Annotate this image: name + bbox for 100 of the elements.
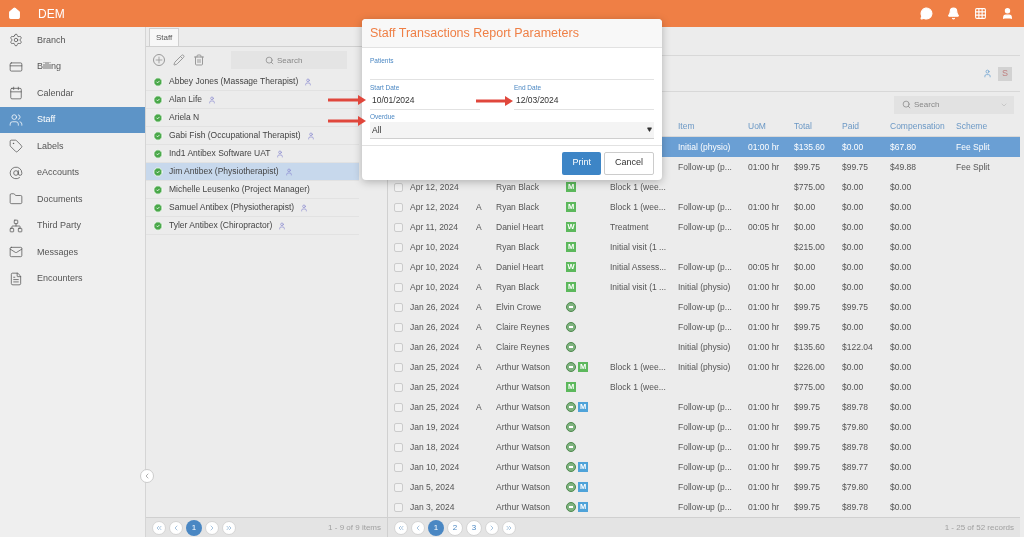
dialog-title: Staff Transactions Report Parameters: [370, 24, 579, 42]
delete-button[interactable]: [193, 54, 205, 66]
row-checkbox[interactable]: [394, 362, 403, 372]
row-checkbox[interactable]: [394, 502, 403, 512]
page-button[interactable]: 3: [466, 519, 482, 536]
table-row[interactable]: Jan 26, 2024 A Claire Reynes Follow-up (p... 01:00 hr $99.75 $0.00 $0.00: [388, 317, 1020, 337]
notifications-button[interactable]: [947, 7, 960, 20]
row-checkbox[interactable]: [394, 462, 403, 472]
last-page-icon: [225, 523, 233, 532]
sidebar-item[interactable]: Billing: [0, 53, 145, 80]
page-button[interactable]: 1: [428, 519, 444, 536]
first-page-button[interactable]: [152, 520, 166, 535]
table-cell-text: Apr 12, 2024: [410, 200, 460, 214]
edit-button[interactable]: [173, 54, 185, 66]
staff-list-item[interactable]: Ariela N: [146, 109, 359, 127]
table-cell-text: Arthur Watson: [496, 360, 551, 374]
table-row[interactable]: Jan 26, 2024 A Claire Reynes Initial (physio) 01:00 hr $135.60 $122.04 $0.00: [388, 337, 1020, 357]
staff-list-item[interactable]: Alan Life: [146, 91, 359, 109]
table-cell-text: Arthur Watson: [496, 500, 551, 514]
staff-name: Abbey Jones (Massage Therapist): [169, 75, 299, 88]
table-cell-text: 01:00 hr: [748, 200, 781, 214]
last-page-button[interactable]: [222, 520, 236, 535]
first-page-icon: [155, 523, 163, 532]
collapse-button[interactable]: [140, 469, 154, 483]
staff-tab[interactable]: Staff: [149, 28, 180, 46]
table-cell-text: A: [476, 220, 483, 234]
previous-page-button[interactable]: [169, 520, 183, 535]
table-cell-text: 00:05 hr: [748, 220, 781, 234]
table-cell-text: $99.75: [794, 300, 821, 314]
table-cell-text: Claire Reynes: [496, 320, 551, 334]
table-cell-text: $89.78: [842, 400, 869, 414]
table-cell-text: Jan 25, 2024: [410, 360, 461, 374]
table-cell-text: $0.00: [794, 280, 817, 294]
sidebar-item[interactable]: Branch: [0, 27, 145, 54]
chat-button[interactable]: [920, 7, 933, 20]
table-cell-text: Jan 18, 2024: [410, 440, 461, 454]
apps-grid-button[interactable]: [974, 7, 987, 20]
table-cell-text: Follow-up (p...: [678, 420, 733, 434]
user-button[interactable]: [1001, 7, 1014, 20]
next-page-button[interactable]: [485, 520, 499, 535]
table-cell-text: Ryan Black: [496, 180, 540, 194]
table-cell-text: Follow-up (p...: [678, 200, 733, 214]
table-cell-text: 01:00 hr: [748, 360, 781, 374]
add-button[interactable]: [153, 54, 165, 66]
row-checkbox[interactable]: [394, 342, 403, 352]
table-cell-text: Initial Assess...: [610, 260, 668, 274]
print-button[interactable]: Print: [562, 151, 601, 175]
staff-list-item[interactable]: Jim Antibex (Physiotherapist): [146, 163, 359, 181]
table-cell-text: Arthur Watson: [496, 380, 551, 394]
sidebar-item[interactable]: Labels: [0, 133, 145, 160]
row-checkbox[interactable]: [394, 262, 403, 272]
table-row[interactable]: Jan 19, 2024 Arthur Watson Follow-up (p... 01:00 hr $99.75 $79.80 $0.00: [388, 417, 1020, 437]
table-row[interactable]: Jan 18, 2024 Arthur Watson Follow-up (p... 01:00 hr $99.75 $89.78 $0.00: [388, 437, 1020, 457]
row-checkbox[interactable]: [394, 182, 403, 192]
search-field[interactable]: Search: [894, 95, 1014, 114]
page-button[interactable]: 1: [186, 519, 202, 536]
row-checkbox[interactable]: [394, 382, 403, 392]
sidebar-item[interactable]: eAccounts: [0, 159, 145, 186]
row-checkbox[interactable]: [394, 322, 403, 332]
previous-page-button[interactable]: [411, 520, 425, 535]
row-checkbox[interactable]: [394, 442, 403, 452]
table-cell-text: 01:00 hr: [748, 160, 781, 174]
next-page-button[interactable]: [205, 520, 219, 535]
table-row[interactable]: Jan 26, 2024 A Elvin Crowe Follow-up (p... 01:00 hr $99.75 $99.75 $0.00: [388, 297, 1020, 317]
cancel-button[interactable]: Cancel: [604, 151, 654, 175]
table-cell-text: 01:00 hr: [748, 420, 781, 434]
row-checkbox[interactable]: [394, 302, 403, 312]
table-cell-text: Follow-up (p...: [678, 220, 733, 234]
table-cell-text: 01:00 hr: [748, 340, 781, 354]
table-cell-text: Treatment: [610, 220, 650, 234]
sidebar-item[interactable]: Third Party: [0, 212, 145, 239]
last-page-button[interactable]: [502, 520, 516, 535]
staff-list-item[interactable]: Samuel Antibex (Physiotherapist): [146, 199, 359, 217]
sidebar-item[interactable]: Encounters: [0, 265, 145, 292]
row-checkbox[interactable]: [394, 222, 403, 232]
staff-list-item[interactable]: Gabi Fish (Occupational Therapist): [146, 127, 359, 145]
staff-list-item[interactable]: Abbey Jones (Massage Therapist): [146, 73, 359, 91]
table-cell-text: $0.00: [890, 420, 913, 434]
sidebar-item[interactable]: Calendar: [0, 80, 145, 107]
table-cell-text: $0.00: [890, 440, 913, 454]
row-checkbox[interactable]: [394, 422, 403, 432]
row-checkbox[interactable]: [394, 482, 403, 492]
row-checkbox[interactable]: [394, 202, 403, 212]
sidebar-item[interactable]: Messages: [0, 239, 145, 266]
table-cell-text: Initial visit (1 ...: [610, 240, 668, 254]
user-icon: [983, 69, 992, 78]
staff-list-item[interactable]: Michelle Leusenko (Project Manager): [146, 181, 359, 199]
table-cell-text: Follow-up (p...: [678, 440, 733, 454]
sidebar-item[interactable]: Documents: [0, 186, 145, 213]
table-cell-text: $79.80: [842, 420, 869, 434]
search-field[interactable]: Search: [231, 51, 347, 69]
page-button[interactable]: 2: [447, 519, 463, 536]
table-cell-text: A: [476, 340, 483, 354]
row-checkbox[interactable]: [394, 282, 403, 292]
table-cell-text: Arthur Watson: [496, 440, 551, 454]
row-checkbox[interactable]: [394, 402, 403, 412]
staff-list-item[interactable]: Tyler Antibex (Chiropractor): [146, 217, 359, 235]
first-page-button[interactable]: [394, 520, 408, 535]
row-checkbox[interactable]: [394, 242, 403, 252]
table-cell-text: $0.00: [890, 260, 913, 274]
